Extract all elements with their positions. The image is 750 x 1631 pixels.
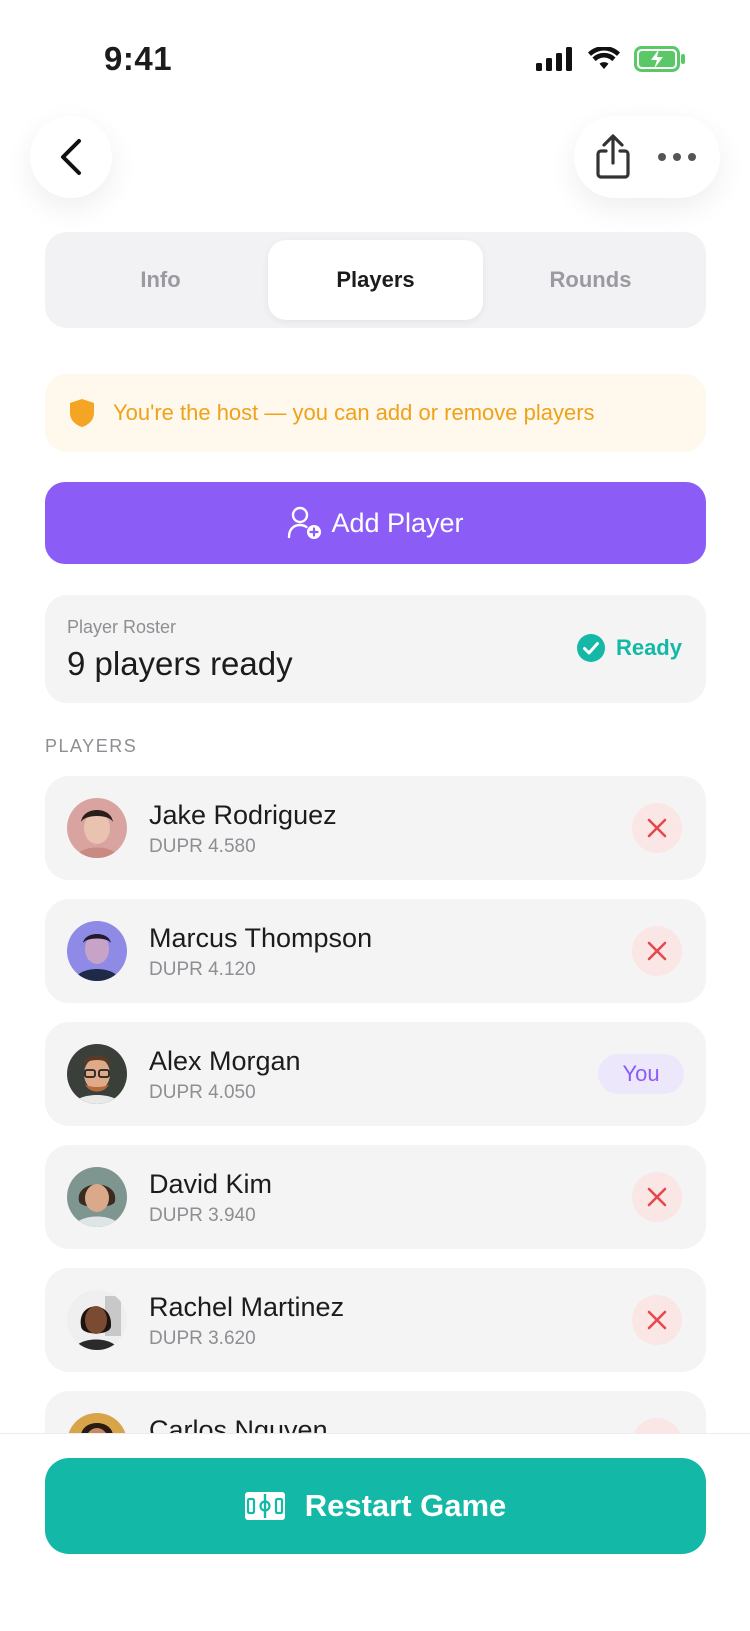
player-name: Carlos Nguyen	[149, 1415, 328, 1433]
more-button[interactable]	[654, 129, 700, 185]
tab-info[interactable]: Info	[53, 240, 268, 320]
close-icon	[647, 818, 667, 838]
tab-rounds[interactable]: Rounds	[483, 240, 698, 320]
host-banner-text: You're the host — you can add or remove …	[113, 400, 595, 425]
remove-player-button[interactable]	[632, 1295, 682, 1345]
add-user-icon	[288, 506, 322, 539]
shield-icon	[70, 399, 94, 427]
status-time: 9:41	[104, 40, 173, 77]
court-icon	[244, 1492, 285, 1520]
ready-status: Ready	[576, 633, 682, 663]
check-circle-icon	[576, 634, 605, 662]
player-row-alex-morgan[interactable]: Alex Morgan DUPR 4.050 You	[45, 1022, 706, 1126]
status-icons	[536, 46, 686, 72]
player-row-jake-rodriguez[interactable]: Jake Rodriguez DUPR 4.580	[45, 776, 706, 880]
player-name: Jake Rodriguez	[149, 800, 337, 830]
player-rating: DUPR 4.120	[149, 959, 256, 980]
players-section-label: PLAYERS	[45, 736, 138, 756]
add-player-button[interactable]: Add Player	[45, 482, 706, 564]
player-rating: DUPR 3.940	[149, 1205, 256, 1226]
player-rating: DUPR 4.580	[149, 836, 256, 857]
status-bar: 9:41	[0, 0, 750, 120]
player-row-carlos-nguyen[interactable]: Carlos Nguyen	[45, 1391, 706, 1433]
player-rating: DUPR 4.050	[149, 1082, 256, 1103]
avatar	[67, 1044, 127, 1104]
player-list[interactable]: Jake Rodriguez DUPR 4.580 Marcus Thompso…	[0, 776, 750, 1433]
player-rating: DUPR 3.620	[149, 1328, 256, 1349]
share-icon	[596, 134, 630, 179]
restart-game-button[interactable]: Restart Game	[45, 1458, 706, 1554]
tab-players[interactable]: Players	[268, 240, 483, 320]
player-row-marcus-thompson[interactable]: Marcus Thompson DUPR 4.120	[45, 899, 706, 1003]
player-name: Rachel Martinez	[149, 1292, 345, 1322]
battery-charging-icon	[634, 46, 685, 72]
close-icon	[647, 1187, 667, 1207]
avatar	[67, 1167, 127, 1227]
player-name: David Kim	[149, 1169, 273, 1199]
ready-label: Ready	[615, 635, 682, 660]
remove-player-button[interactable]	[632, 1172, 682, 1222]
avatar	[67, 1413, 127, 1433]
you-badge: You	[598, 1054, 684, 1094]
header-actions	[574, 116, 720, 198]
add-player-label: Add Player	[331, 507, 464, 538]
player-row-david-kim[interactable]: David Kim DUPR 3.940	[45, 1145, 706, 1249]
remove-player-button[interactable]	[632, 1418, 682, 1433]
avatar	[67, 798, 127, 858]
more-horizontal-icon	[658, 153, 696, 161]
chevron-left-icon	[61, 139, 81, 175]
tab-bar: Info Players Rounds	[45, 232, 706, 328]
roster-card: Player Roster 9 players ready Ready	[45, 595, 706, 703]
avatar	[67, 921, 127, 981]
share-button[interactable]	[590, 129, 636, 185]
bottom-action-bar: Restart Game	[0, 1433, 750, 1631]
host-banner: You're the host — you can add or remove …	[45, 374, 706, 452]
avatar	[67, 1290, 127, 1350]
close-icon	[647, 1310, 667, 1330]
back-button[interactable]	[30, 116, 112, 198]
restart-game-label: Restart Game	[304, 1488, 507, 1523]
roster-label: Player Roster	[67, 617, 177, 637]
remove-player-button[interactable]	[632, 803, 682, 853]
cellular-signal-icon	[536, 47, 572, 71]
roster-count: 9 players ready	[67, 645, 293, 682]
player-name: Marcus Thompson	[149, 923, 373, 953]
close-icon	[647, 941, 667, 961]
wifi-icon	[588, 47, 620, 69]
player-row-rachel-martinez[interactable]: Rachel Martinez DUPR 3.620	[45, 1268, 706, 1372]
remove-player-button[interactable]	[632, 926, 682, 976]
player-name: Alex Morgan	[149, 1046, 301, 1076]
